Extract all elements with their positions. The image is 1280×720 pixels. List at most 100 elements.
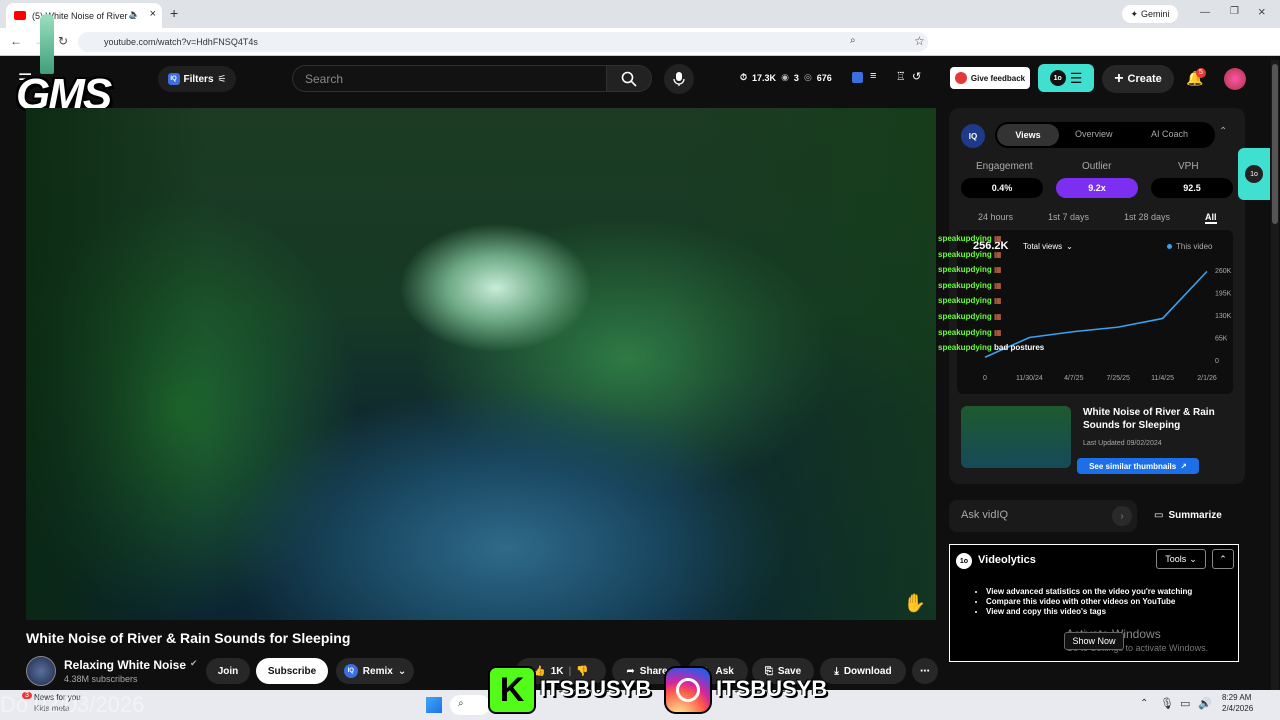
reload-icon[interactable]: ↻ bbox=[58, 34, 68, 48]
external-link-icon: ↗ bbox=[1180, 461, 1187, 471]
browser-tab-bar: (5) White Noise of River & 🔈 × + ✦ Gemin… bbox=[0, 0, 1280, 28]
ask-send-icon[interactable]: › bbox=[1112, 506, 1132, 526]
voice-search-button[interactable] bbox=[664, 64, 694, 94]
chevron-down-icon: ⌄ bbox=[1189, 553, 1197, 564]
channel-avatar[interactable] bbox=[26, 656, 56, 686]
search-input[interactable]: Search bbox=[292, 65, 606, 92]
videolytics-logo-icon: 1o bbox=[956, 553, 972, 569]
x-tick-label: 11/4/25 bbox=[1151, 375, 1174, 382]
display-tray-icon[interactable]: ▭ bbox=[1180, 697, 1190, 710]
tray-chevron-icon[interactable]: ⌃ bbox=[1140, 698, 1148, 709]
give-feedback-button[interactable]: Give feedback bbox=[950, 67, 1030, 89]
minimize-icon[interactable]: — bbox=[1200, 7, 1210, 18]
emote-icon: ▦ bbox=[991, 296, 1002, 306]
remix-button[interactable]: IQ Remix ⌄ bbox=[336, 658, 414, 684]
collapse-button[interactable]: ⌃ bbox=[1212, 549, 1234, 569]
download-button[interactable]: ⤓ Download bbox=[820, 658, 906, 684]
gemini-button[interactable]: ✦ Gemini bbox=[1122, 5, 1178, 23]
vidiq-side-icon: 1o bbox=[1245, 165, 1263, 183]
filters-button[interactable]: IQ Filters ⚟ bbox=[158, 66, 236, 92]
divider: | bbox=[568, 665, 572, 677]
dislike-icon[interactable]: 👎 bbox=[576, 666, 588, 677]
chat-username: speakupdying bbox=[938, 280, 992, 290]
range-7d[interactable]: 1st 7 days bbox=[1048, 212, 1089, 222]
more-actions-button[interactable]: ⋯ bbox=[912, 658, 938, 684]
x-tick-label: 4/7/25 bbox=[1064, 375, 1084, 382]
mic-tray-icon[interactable]: 🎙 bbox=[1160, 697, 1174, 710]
list-icon[interactable]: ≡ bbox=[870, 70, 876, 82]
remix-label: Remix bbox=[362, 665, 393, 677]
volume-tray-icon[interactable]: 🔊 bbox=[1198, 697, 1212, 710]
stat-views: 17.3K bbox=[752, 72, 777, 83]
close-tab-icon[interactable]: × bbox=[150, 8, 156, 20]
window-close-icon[interactable]: × bbox=[1258, 4, 1266, 19]
collapse-chevron-icon[interactable]: ⌃ bbox=[1219, 126, 1227, 137]
x-tick-label: 0 bbox=[983, 375, 987, 382]
plus-icon: + bbox=[1114, 70, 1124, 87]
y-tick-label: 260K bbox=[1215, 268, 1232, 275]
search-icon bbox=[621, 71, 637, 87]
taskbar-search[interactable]: ⌕ bbox=[450, 695, 490, 715]
refresh-icon[interactable]: ↺ bbox=[912, 70, 921, 83]
chat-username: speakupdying bbox=[938, 234, 992, 243]
trophy-icon[interactable]: ♖ bbox=[896, 70, 906, 83]
chat-username: speakupdying bbox=[938, 327, 992, 337]
windows-start-icon[interactable] bbox=[426, 697, 442, 713]
summarize-button[interactable]: ▭ Summarize bbox=[1154, 510, 1222, 521]
tab-overview[interactable]: Overview bbox=[1075, 129, 1113, 139]
chat-message: speakupdying bad postures bbox=[938, 343, 1044, 352]
share-icon: ➦ bbox=[626, 665, 635, 677]
x-tick-label: 11/30/24 bbox=[1016, 375, 1043, 382]
save-label: Save bbox=[777, 665, 802, 677]
verified-icon: ✔ bbox=[190, 658, 198, 668]
vidiq-menu-button[interactable]: 1o ☰ bbox=[1038, 64, 1094, 92]
new-tab-icon[interactable]: + bbox=[170, 5, 178, 21]
stat-eye: 3 bbox=[793, 72, 799, 83]
emote-icon: ▦ bbox=[991, 265, 1002, 275]
vidiq-toolbar-icon[interactable] bbox=[852, 72, 863, 83]
taskbar-time[interactable]: 8:29 AM bbox=[1222, 693, 1251, 702]
browser-tab[interactable]: (5) White Noise of River & 🔈 × bbox=[6, 3, 162, 28]
scrollbar-thumb[interactable] bbox=[1272, 64, 1278, 224]
chat-message: speakupdying ▦ bbox=[938, 312, 1002, 321]
ask-vidiq-input[interactable]: Ask vidIQ bbox=[949, 500, 1137, 532]
social-handle-instagram: ITSBUSYB bbox=[716, 676, 828, 701]
back-icon[interactable]: ← bbox=[10, 34, 22, 48]
youtube-favicon-icon bbox=[14, 11, 26, 20]
zoom-icon[interactable]: ⌕ bbox=[850, 35, 856, 46]
tools-dropdown[interactable]: Tools ⌄ bbox=[1156, 549, 1206, 569]
see-similar-button[interactable]: See similar thumbnails ↗ bbox=[1077, 458, 1199, 474]
tools-label: Tools bbox=[1165, 554, 1187, 564]
bookmark-star-icon[interactable]: ☆ bbox=[914, 34, 925, 48]
summarize-label: Summarize bbox=[1168, 510, 1222, 521]
metric-label: Engagement bbox=[976, 161, 1033, 172]
bullet-item: Compare this video with other videos on … bbox=[986, 597, 1192, 607]
clock-icon: ⏱ bbox=[740, 72, 748, 82]
tab-views[interactable]: Views bbox=[997, 124, 1059, 146]
emote-icon: ▦ bbox=[991, 312, 1002, 321]
create-button[interactable]: + Create bbox=[1102, 65, 1174, 93]
vidiq-tabs: Views Overview AI Coach bbox=[995, 122, 1215, 148]
search-button[interactable] bbox=[606, 65, 652, 92]
page-scrollbar[interactable] bbox=[1271, 60, 1279, 690]
show-now-button[interactable]: Show Now bbox=[1064, 632, 1124, 650]
speaker-icon[interactable]: 🔈 bbox=[129, 9, 140, 20]
subscribe-button[interactable]: Subscribe bbox=[256, 658, 328, 684]
taskbar-date[interactable]: 2/4/2026 bbox=[1222, 704, 1253, 713]
tab-ai-coach[interactable]: AI Coach bbox=[1151, 129, 1188, 139]
vidiq-side-tab[interactable]: 1o bbox=[1238, 148, 1270, 200]
range-all[interactable]: All bbox=[1205, 212, 1217, 224]
book-icon: ▭ bbox=[1154, 510, 1164, 521]
video-player[interactable]: ✋ bbox=[26, 108, 936, 620]
range-28d[interactable]: 1st 28 days bbox=[1124, 212, 1170, 222]
join-button[interactable]: Join bbox=[206, 658, 250, 684]
stat-watch: 676 bbox=[816, 72, 832, 83]
url-input[interactable]: youtube.com/watch?v=HdhFNSQ4T4s bbox=[78, 32, 928, 52]
video-thumbnail[interactable] bbox=[961, 406, 1071, 468]
maximize-icon[interactable]: ❐ bbox=[1230, 6, 1239, 17]
chat-username: speakupdying bbox=[938, 296, 992, 306]
channel-name-row[interactable]: Relaxing White Noise ✔ bbox=[64, 658, 198, 672]
range-24h[interactable]: 24 hours bbox=[978, 212, 1013, 222]
foliage-left bbox=[26, 108, 206, 620]
user-avatar[interactable] bbox=[1224, 68, 1246, 90]
